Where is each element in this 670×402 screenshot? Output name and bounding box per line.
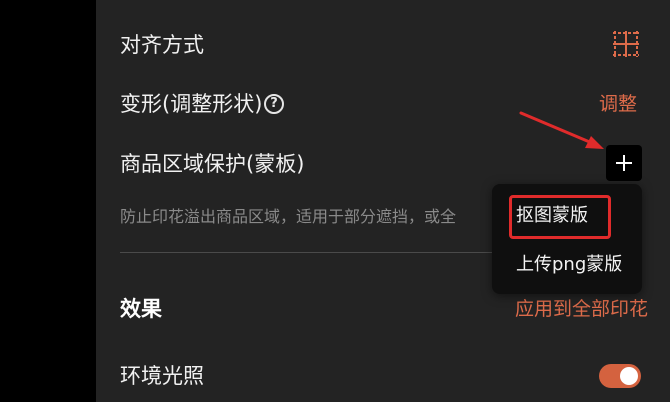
effects-title: 效果	[120, 297, 162, 321]
ambient-light-label: 环境光照	[120, 364, 204, 388]
alignment-label: 对齐方式	[120, 33, 204, 57]
section-divider	[120, 252, 496, 253]
transform-label: 变形(调整形状)	[120, 92, 263, 116]
ambient-light-toggle[interactable]	[599, 364, 641, 388]
menu-item-cutout-mask[interactable]: 抠图蒙版	[492, 196, 642, 236]
screen: 对齐方式 变形(调整形状) ? 调整 商品区域保护(蒙板) 防止印花溢出商品区域…	[0, 0, 670, 402]
protection-label: 商品区域保护(蒙板)	[120, 152, 305, 176]
protection-description: 防止印花溢出商品区域，适用于部分遮挡，或全	[120, 207, 457, 226]
toggle-knob	[620, 367, 638, 385]
align-grid-icon[interactable]	[613, 31, 639, 57]
question-circle-icon[interactable]: ?	[264, 94, 284, 114]
menu-item-upload-png-mask[interactable]: 上传png蒙版	[492, 245, 642, 285]
add-mask-button[interactable]	[606, 145, 642, 181]
apply-to-all-prints-link[interactable]: 应用到全部印花	[515, 296, 648, 322]
left-gutter	[0, 0, 96, 402]
plus-icon	[616, 155, 632, 171]
mask-dropdown-menu: 抠图蒙版 上传png蒙版	[492, 184, 642, 294]
transform-adjust-link[interactable]: 调整	[599, 91, 637, 117]
